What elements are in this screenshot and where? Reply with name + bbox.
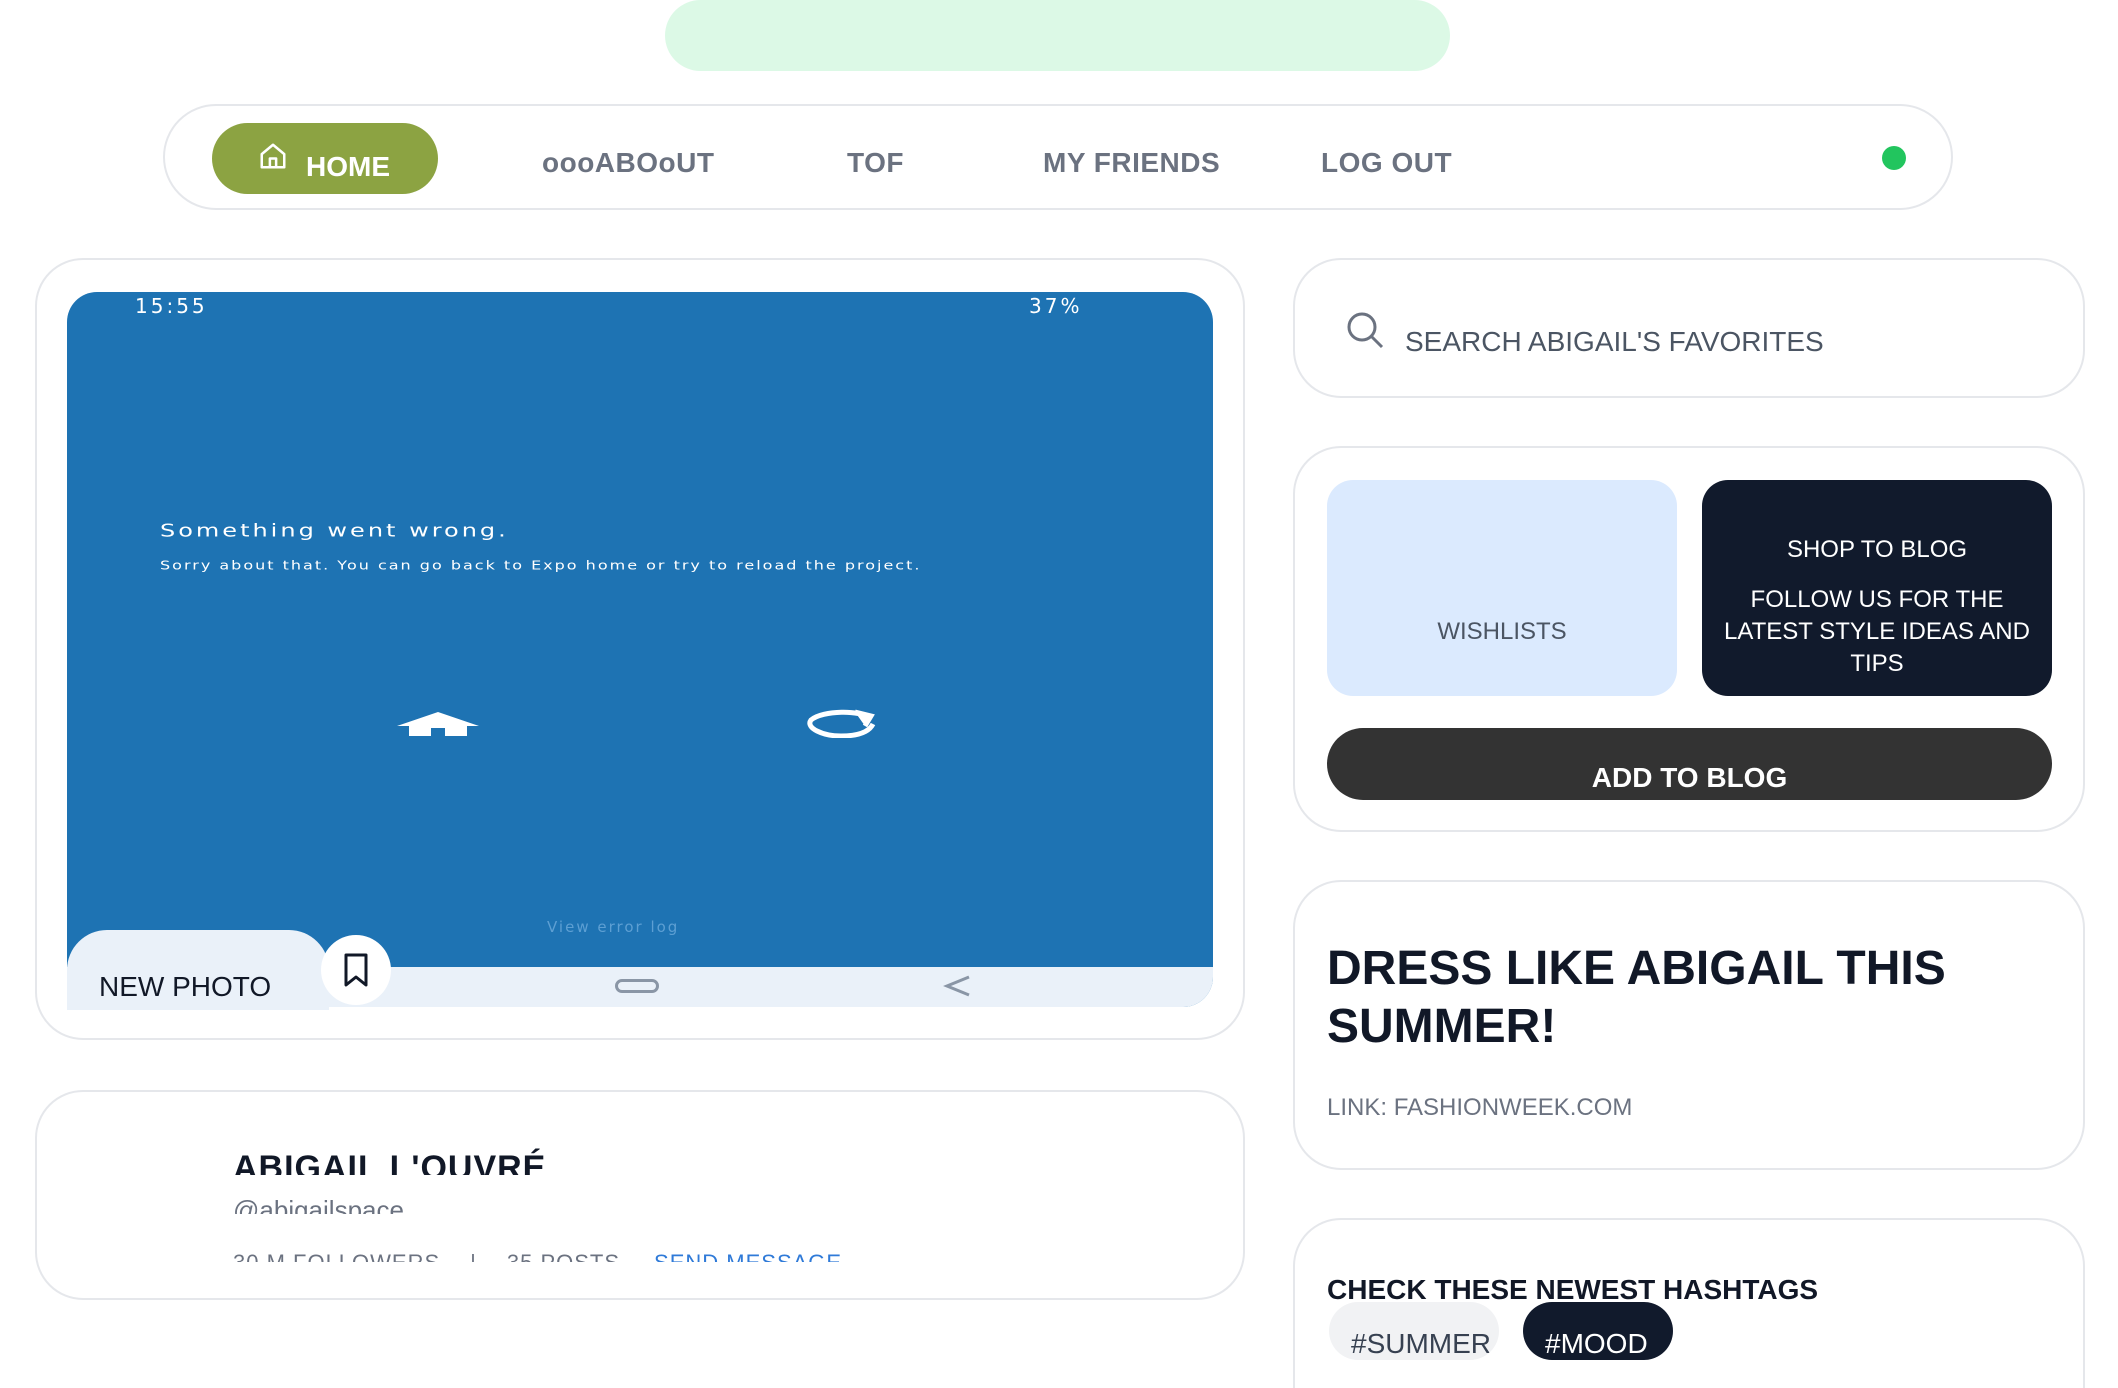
followers-count: 30 M FOLLOWERS	[233, 1250, 440, 1262]
shop-to-blog-tile[interactable]: SHOP TO BLOG FOLLOW US FOR THE LATEST ST…	[1702, 480, 2052, 696]
system-home-icon	[615, 979, 659, 993]
dress-link[interactable]: LINK: FASHIONWEEK.COM	[1327, 1094, 1632, 1122]
phone-screenshot: 15:55 37% Something went wrong. Sorry ab…	[67, 292, 1213, 1007]
error-body: Sorry about that. You can go back to Exp…	[160, 557, 922, 573]
phone-status-bar: 15:55 37%	[67, 292, 1213, 324]
nav-home[interactable]: HOME	[212, 123, 438, 194]
profile-handle: @abigailspace	[233, 1195, 404, 1214]
main-nav: HOME oooABOoUT TOF MY FRIENDS LOG OUT	[163, 104, 1953, 210]
bookmark-button[interactable]	[321, 935, 391, 1005]
photo-card: 15:55 37% Something went wrong. Sorry ab…	[35, 258, 1245, 1040]
expo-home-icon	[397, 712, 479, 736]
wishlists-tile[interactable]: WISHLISTS	[1327, 480, 1677, 696]
nav-log-out[interactable]: LOG OUT	[1321, 106, 1452, 208]
top-banner	[665, 0, 1450, 71]
hashtags-title: CHECK THESE NEWEST HASHTAGS	[1327, 1274, 1819, 1305]
stats-separator: |	[470, 1250, 477, 1262]
profile-stats: 30 M FOLLOWERS | 35 POSTS SEND MESSAGE	[233, 1248, 842, 1262]
send-message-link[interactable]: SEND MESSAGE	[654, 1250, 842, 1262]
hashtags-card: #SUMMER #MOOD CHECK THESE NEWEST HASHTAG…	[1293, 1218, 2085, 1388]
nav-home-label: HOME	[306, 150, 390, 182]
search-input[interactable]	[1405, 322, 2045, 362]
nav-about[interactable]: oooABOoUT	[542, 106, 714, 208]
nav-tof[interactable]: TOF	[847, 106, 904, 208]
posts-count: 35 POSTS	[507, 1250, 620, 1262]
reload-icon	[807, 709, 876, 738]
bookmark-icon	[344, 953, 368, 987]
error-title: Something went wrong.	[160, 520, 509, 541]
shop-to-blog-title: SHOP TO BLOG	[1786, 536, 1968, 563]
hashtag-summer[interactable]: #SUMMER	[1329, 1302, 1499, 1360]
blog-card: WISHLISTS SHOP TO BLOG FOLLOW US FOR THE…	[1293, 446, 2085, 832]
nav-my-friends[interactable]: MY FRIENDS	[1043, 106, 1220, 208]
dress-card: DRESS LIKE ABIGAIL THIS SUMMER! LINK: FA…	[1293, 880, 2085, 1170]
back-icon	[943, 975, 970, 997]
profile-card: ABIGAIL L'OUVRÉ @abigailspace 30 M FOLLO…	[35, 1090, 1245, 1300]
profile-name: ABIGAIL L'OUVRÉ	[233, 1149, 547, 1175]
wishlists-label: WISHLISTS	[1437, 618, 1567, 645]
dress-title: DRESS LIKE ABIGAIL THIS SUMMER!	[1327, 942, 1946, 1053]
online-status-dot	[1882, 146, 1906, 170]
new-photo-button[interactable]: NEW PHOTO	[67, 930, 329, 1010]
phone-battery: 37%	[1029, 294, 1083, 318]
hashtag-mood[interactable]: #MOOD	[1523, 1302, 1673, 1360]
search-card	[1293, 258, 2085, 398]
add-to-blog-button[interactable]: ADD TO BLOG	[1327, 728, 2052, 800]
home-icon	[260, 143, 286, 169]
shop-to-blog-subtitle: FOLLOW US FOR THE LATEST STYLE IDEAS AND…	[1724, 586, 2030, 677]
phone-time: 15:55	[135, 294, 208, 318]
view-error-log: View error log	[547, 918, 680, 936]
search-icon	[1347, 312, 1384, 349]
